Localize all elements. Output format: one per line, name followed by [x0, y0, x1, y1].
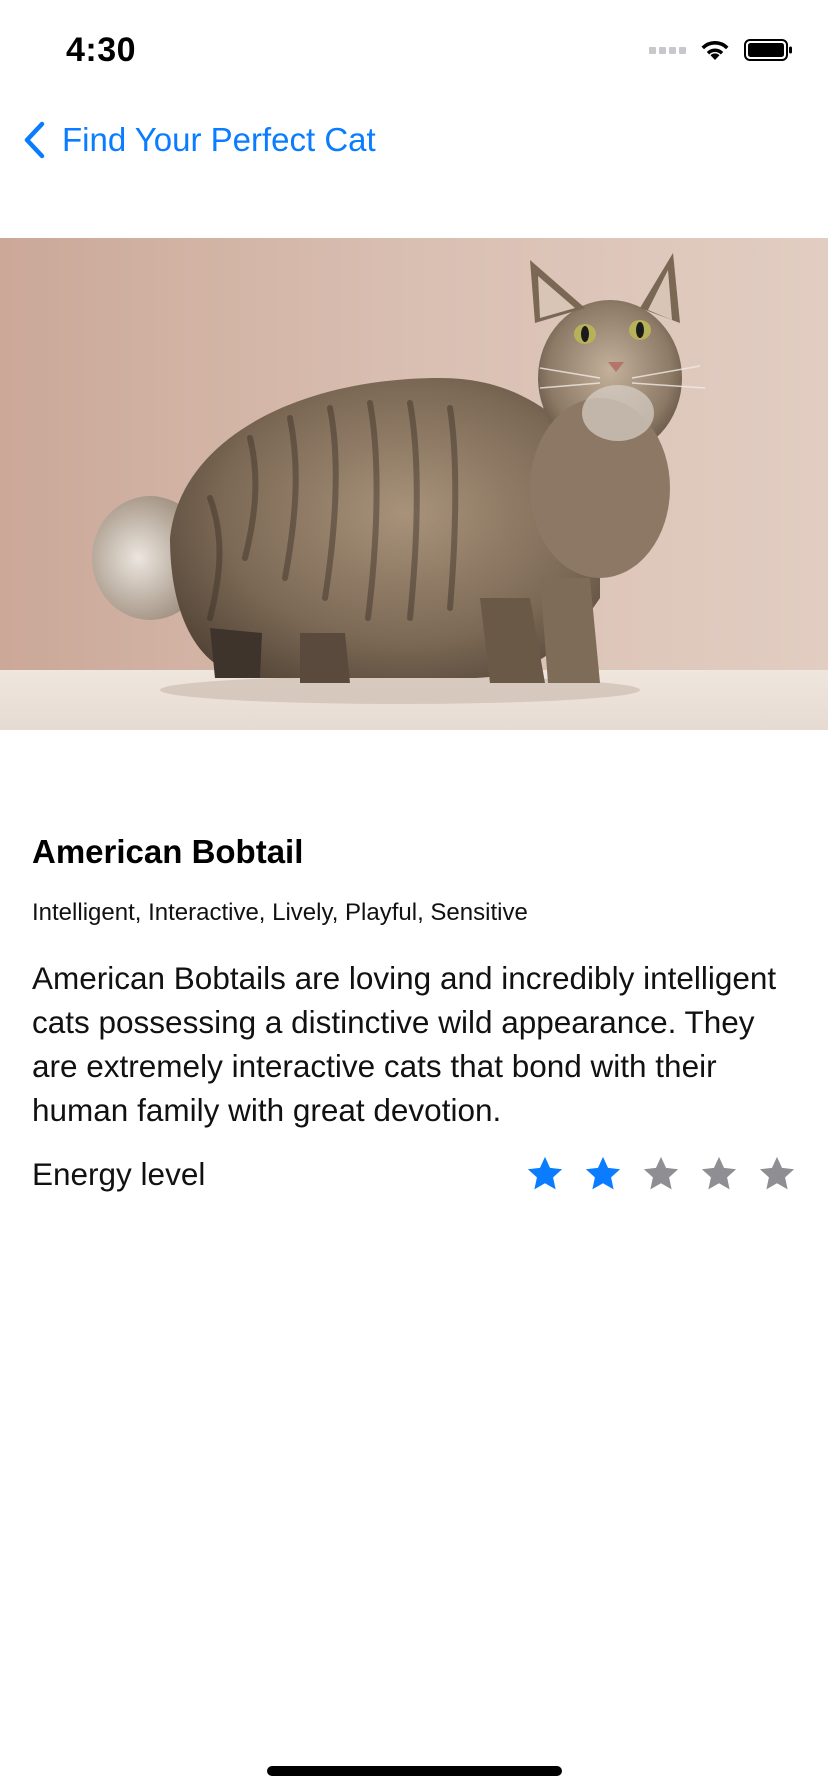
breed-name: American Bobtail	[32, 833, 304, 870]
chevron-left-icon	[24, 121, 45, 159]
star-empty-icon	[642, 1155, 680, 1193]
battery-icon	[744, 39, 792, 61]
breed-details: American Bobtail Intelligent, Interactiv…	[32, 826, 796, 1202]
cat-photo	[0, 238, 828, 730]
energy-level-label: Energy level	[32, 1155, 206, 1192]
star-filled-icon	[584, 1155, 622, 1193]
star-filled-icon	[526, 1155, 564, 1193]
energy-level-row: Energy level	[32, 1146, 796, 1202]
energy-level-rating	[526, 1155, 796, 1193]
back-button[interactable]: Find Your Perfect Cat	[22, 116, 376, 164]
home-indicator	[267, 1766, 562, 1776]
breed-description: American Bobtails are loving and incredi…	[32, 960, 777, 1128]
back-button-label: Find Your Perfect Cat	[62, 121, 376, 158]
star-empty-icon	[758, 1155, 796, 1193]
breed-temperament: Intelligent, Interactive, Lively, Playfu…	[32, 899, 528, 926]
star-empty-icon	[700, 1155, 738, 1193]
status-time: 4:30	[66, 31, 137, 69]
cellular-signal-icon	[649, 46, 686, 54]
status-bar: 4:30	[0, 0, 828, 100]
status-indicators	[649, 36, 794, 64]
wifi-icon	[701, 40, 729, 60]
